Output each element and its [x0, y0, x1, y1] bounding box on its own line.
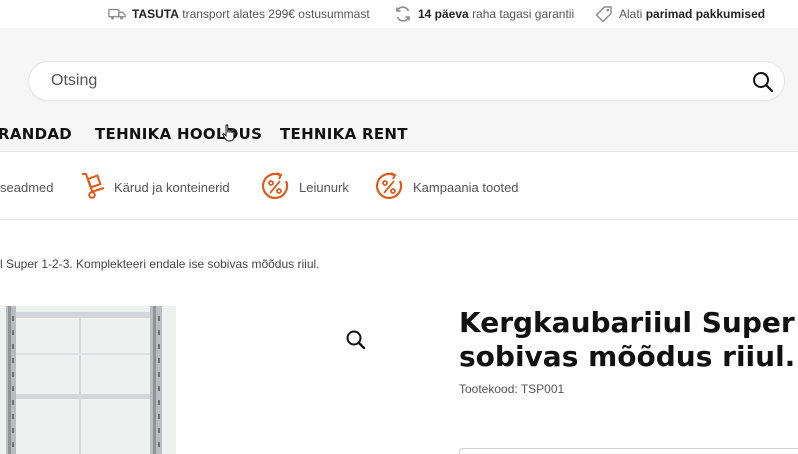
refresh-icon [394, 5, 412, 23]
guarantee-text: raha tagasi garantii [472, 7, 575, 21]
guarantee-bold: 14 päeva [418, 7, 469, 21]
category-item-kampaania[interactable]: Kampaania tooted [373, 170, 519, 204]
category-item-leiunurk[interactable]: Leiunurk [259, 170, 349, 204]
nav-item-tehnika-hooldus[interactable]: TEHNIKA HOOLDUS [95, 125, 262, 143]
best-deals-info: Alati parimad pakkumised [595, 5, 765, 23]
tag-icon [595, 5, 613, 23]
product-options-box [459, 448, 798, 454]
money-back-info: 14 päeva raha tagasi garantii [394, 5, 574, 23]
magnifier-icon[interactable] [345, 329, 367, 351]
deals-bold: parimad pakkumised [645, 7, 766, 21]
nav-item-randad[interactable]: RANDAD [0, 125, 72, 143]
deals-text: Alati [619, 7, 643, 21]
product-code-value: TSP001 [520, 382, 565, 396]
shelf-illustration [0, 306, 176, 454]
product-title-line-1: Kergkaubariiul Super 1 [459, 306, 798, 339]
shipping-text: transport alates 299€ ostusummast [182, 7, 370, 21]
product-short-description: l Super 1-2-3. Komplekteeri endale ise s… [0, 257, 320, 271]
category-label: seadmed [0, 179, 54, 195]
hand-truck-icon [80, 171, 106, 204]
category-strip: seadmed Kärud ja konteinerid Leiunurk Ka… [0, 152, 798, 220]
category-item-karud[interactable]: Kärud ja konteinerid [80, 170, 230, 204]
search-bar[interactable] [28, 61, 785, 101]
percent-badge-icon [259, 170, 291, 205]
category-label: Kampaania tooted [413, 179, 519, 195]
category-item-seadmed[interactable]: seadmed [0, 170, 53, 204]
nav-item-tehnika-rent[interactable]: TEHNIKA RENT [280, 125, 408, 143]
shipping-bold: TASUTA [132, 7, 179, 21]
search-icon[interactable] [752, 71, 774, 93]
category-label: Kärud ja konteinerid [114, 179, 230, 195]
product-code: Tootekood: TSP001 [459, 382, 564, 396]
hand-cursor-icon [222, 124, 236, 142]
search-input[interactable] [51, 62, 731, 100]
site-header: RANDAD TEHNIKA HOOLDUS TEHNIKA RENT [0, 28, 798, 152]
product-image[interactable] [0, 306, 176, 454]
category-label: Leiunurk [299, 179, 349, 195]
product-code-label: Tootekood: [459, 382, 518, 396]
product-title: Kergkaubariiul Super 1 sobivas mõõdus ri… [459, 306, 798, 374]
product-title-line-2: sobivas mõõdus riiul. [459, 340, 796, 373]
free-shipping-info: TASUTA transport alates 299€ ostusummast [108, 5, 370, 23]
top-info-bar: TASUTA transport alates 299€ ostusummast… [0, 0, 798, 28]
truck-icon [108, 5, 126, 23]
percent-badge-icon [373, 170, 405, 205]
